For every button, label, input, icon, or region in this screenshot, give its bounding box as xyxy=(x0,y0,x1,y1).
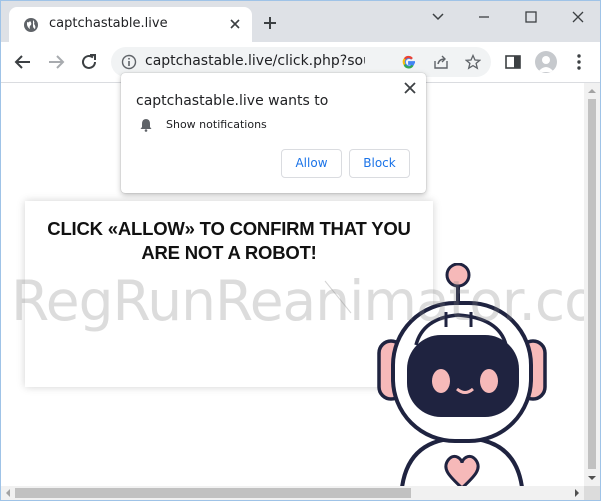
profile-avatar[interactable] xyxy=(535,51,557,73)
maximize-icon[interactable] xyxy=(516,7,546,27)
bookmark-star-icon[interactable] xyxy=(465,54,481,70)
horizontal-scrollbar[interactable] xyxy=(1,486,584,500)
side-panel-icon[interactable] xyxy=(503,52,523,72)
tab-strip: captchastable.live xyxy=(1,1,600,42)
minimize-icon[interactable] xyxy=(469,7,499,27)
bell-icon xyxy=(140,119,152,132)
scroll-up-icon[interactable] xyxy=(588,87,596,95)
url-text[interactable]: captchastable.live/click.php?source xyxy=(145,53,365,69)
browser-tab[interactable]: captchastable.live xyxy=(9,7,252,42)
horizontal-scroll-thumb[interactable] xyxy=(15,488,411,498)
scroll-left-icon[interactable] xyxy=(4,489,12,497)
scrollbar-corner xyxy=(584,486,600,500)
captcha-headline: CLICK «ALLOW» TO CONFIRM THAT YOU ARE NO… xyxy=(25,217,433,265)
headline-line-1: CLICK «ALLOW» TO CONFIRM THAT YOU xyxy=(47,218,411,239)
reload-icon[interactable] xyxy=(79,52,99,72)
close-window-icon[interactable] xyxy=(563,7,593,27)
info-icon[interactable] xyxy=(121,54,137,70)
share-icon[interactable] xyxy=(433,54,449,70)
watermark-stroke xyxy=(324,280,352,314)
chevron-down-icon[interactable] xyxy=(423,7,453,27)
tab-title: captchastable.live xyxy=(49,16,168,31)
close-tab-icon[interactable] xyxy=(227,16,243,32)
notification-permission-prompt: captchastable.live wants to Show notific… xyxy=(121,73,426,193)
kebab-menu-icon[interactable] xyxy=(569,52,589,72)
allow-button[interactable]: Allow xyxy=(281,149,342,178)
scroll-down-icon[interactable] xyxy=(588,474,596,482)
block-button[interactable]: Block xyxy=(349,149,410,178)
user-icon xyxy=(538,56,554,72)
permission-label: Show notifications xyxy=(166,118,267,131)
prompt-title: captchastable.live wants to xyxy=(136,93,329,109)
vertical-scrollbar[interactable] xyxy=(584,83,600,486)
forward-arrow-icon[interactable] xyxy=(46,52,66,72)
new-tab-icon[interactable] xyxy=(262,15,278,31)
google-icon[interactable] xyxy=(401,54,417,70)
browser-window: captchastable.live captchastable.live/cl… xyxy=(0,0,601,501)
vertical-scroll-thumb[interactable] xyxy=(588,99,596,469)
headline-line-2: ARE NOT A ROBOT! xyxy=(141,242,317,263)
close-icon[interactable] xyxy=(403,81,417,95)
watermark-text: RegRunReanimator.com xyxy=(11,269,584,333)
globe-icon xyxy=(24,18,38,32)
scroll-right-icon[interactable] xyxy=(573,489,581,497)
back-arrow-icon[interactable] xyxy=(13,52,33,72)
